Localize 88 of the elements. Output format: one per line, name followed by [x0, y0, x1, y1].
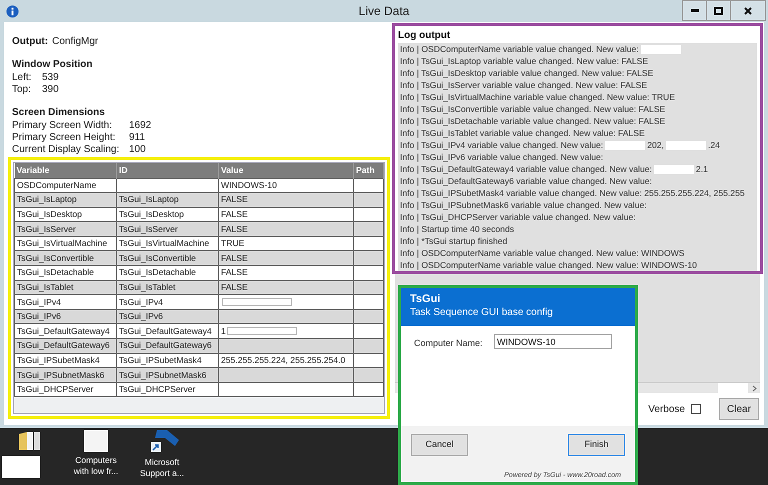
log-text: Info | TsGui_IsTablet variable value changed. New value: FALSE: [400, 127, 645, 139]
minimize-icon[interactable]: [690, 9, 698, 12]
log-text: Info | TsGui_IsVirtualMachine variable value changed. New value: TRUE: [400, 91, 675, 103]
log-text: Info | TsGui_IsLaptop variable value changed. New value: FALSE: [400, 55, 648, 67]
table-cell: TsGui_IsServer: [116, 222, 218, 236]
dialog-button[interactable]: Finish: [568, 434, 625, 456]
table-cell-text: TRUE: [221, 237, 244, 250]
info-value: 1692: [129, 120, 152, 132]
log-text: Info | TsGui_IPv6 variable value changed. New value:: [400, 151, 604, 163]
log-text: Info | OSDComputerName variable value changed. New value:: [400, 43, 639, 55]
table-cell: OSDComputerName: [14, 178, 116, 193]
redaction-bar: [654, 164, 694, 174]
table-cell-text: FALSE: [221, 266, 248, 280]
info-label: Left:: [12, 72, 32, 84]
window-title: Live Data: [358, 3, 410, 20]
log-text: Info | Startup time 40 seconds: [400, 223, 514, 235]
log-text: Info | TsGui_IsServer variable value changed. New value: FALSE: [400, 79, 648, 91]
table-cell-text: FALSE: [221, 193, 248, 206]
column-header[interactable]: Variable: [14, 163, 116, 178]
redaction-bar: [605, 140, 646, 150]
table-cell-text: 1: [221, 324, 226, 338]
info-label: Current Display Scaling:: [12, 144, 120, 156]
table-cell: TsGui_IPv4: [116, 294, 218, 310]
field-label: Computer Name:: [414, 337, 484, 350]
info-icon: [6, 4, 19, 18]
info-label: Primary Screen Height:: [12, 132, 116, 144]
info-value: 390: [42, 84, 59, 96]
table-cell: TsGui_IPv4: [14, 294, 116, 310]
dialog-subtitle: Task Sequence GUI base config: [410, 306, 554, 319]
log-text: Info | OSDComputerName variable value changed. New value: WINDOWS-10: [400, 259, 697, 271]
dialog-button[interactable]: Cancel: [411, 434, 468, 456]
table-cell: TsGui_IsLaptop: [14, 192, 116, 208]
dialog-title: TsGui: [410, 292, 442, 306]
clear-button[interactable]: Clear: [719, 398, 759, 420]
table-cell: TsGui_IsLaptop: [116, 192, 218, 208]
log-text: Info | TsGui_DefaultGateway6 variable value changed. New value:: [400, 175, 652, 187]
info-value: 911: [129, 132, 145, 144]
table-cell: TsGui_IsServer: [14, 222, 116, 236]
log-text: .24: [708, 139, 720, 151]
maximize-icon[interactable]: [714, 6, 723, 14]
info-label: Top:: [12, 84, 32, 96]
log-text: Info | TsGui_IsConvertible variable value changed. New value: FALSE: [400, 103, 666, 115]
log-text: 2.1: [696, 163, 708, 175]
section-heading: Window Position: [12, 58, 94, 72]
desktop-icon-label: Computers with low fr...: [72, 455, 120, 477]
table-cell-text: FALSE: [221, 252, 248, 265]
column-header[interactable]: ID: [116, 163, 218, 178]
log-text: 202,: [647, 139, 664, 151]
verbose-checkbox[interactable]: [691, 404, 701, 414]
log-text: Info | OSDComputerName variable value changed. New value: WINDOWS: [400, 247, 685, 259]
table-cell: TsGui_DefaultGateway6: [116, 338, 218, 354]
table-cell-text: WINDOWS-10: [221, 178, 277, 192]
log-text: Info | TsGui_IPSubnetMask6 variable value changed. New value:: [400, 199, 647, 211]
folder-icon[interactable]: [17, 430, 43, 452]
column-header[interactable]: Path: [354, 163, 384, 178]
table-cell: TsGui_IPSubnetMask6: [14, 368, 116, 382]
output-value: ConfigMgr: [52, 35, 98, 49]
redaction-bar: [666, 140, 706, 150]
info-label: Primary Screen Width:: [12, 120, 114, 132]
table-cell: TsGui_IsDetachable: [14, 266, 116, 280]
table-cell-text: 255.255.255.224, 255.255.254.0: [221, 354, 346, 367]
table-cell: TsGui_DHCPServer: [14, 382, 116, 397]
verbose-label: Verbose: [648, 402, 685, 416]
column-header[interactable]: Value: [218, 163, 354, 178]
table-cell-text: FALSE: [221, 281, 248, 294]
redaction-bar: [640, 44, 681, 54]
scrollbar-thumb[interactable]: [718, 383, 748, 393]
table-cell: TsGui_DefaultGateway6: [14, 338, 116, 354]
log-text: Info | TsGui_IPSubetMask4 variable value changed. New value: 255.255.255.224, 255.255: [400, 187, 745, 199]
table-cell-text: FALSE: [221, 208, 248, 221]
table-cell: TsGui_DHCPServer: [116, 382, 218, 397]
log-text: Info | *TsGui startup finished: [400, 235, 508, 247]
log-title: Log output: [397, 29, 452, 43]
log-text: Info | TsGui_IsDesktop variable value changed. New value: FALSE: [400, 67, 654, 79]
computer-name-field[interactable]: WINDOWS-10: [494, 334, 612, 349]
table-cell: TsGui_IsDetachable: [116, 266, 218, 280]
info-value: 100: [129, 144, 146, 156]
log-text: Info | TsGui_DefaultGateway4 variable value changed. New value:: [400, 163, 652, 175]
table-cell-text: FALSE: [221, 222, 248, 236]
table-cell: TsGui_IPSubnetMask6: [116, 368, 218, 382]
log-text: Info | TsGui_DHCPServer variable value changed. New value:: [400, 211, 636, 223]
log-text: Info | TsGui_IsDetachable variable value changed. New value: FALSE: [400, 115, 666, 127]
info-value: 539: [42, 72, 59, 84]
output-label: Output:: [12, 35, 48, 49]
section-heading: Screen Dimensions: [12, 106, 106, 120]
close-icon[interactable]: [744, 6, 752, 14]
log-text: Info | TsGui_IPv4 variable value changed. New value:: [400, 139, 604, 151]
desktop-icon-label: Microsoft Support a...: [139, 457, 185, 479]
